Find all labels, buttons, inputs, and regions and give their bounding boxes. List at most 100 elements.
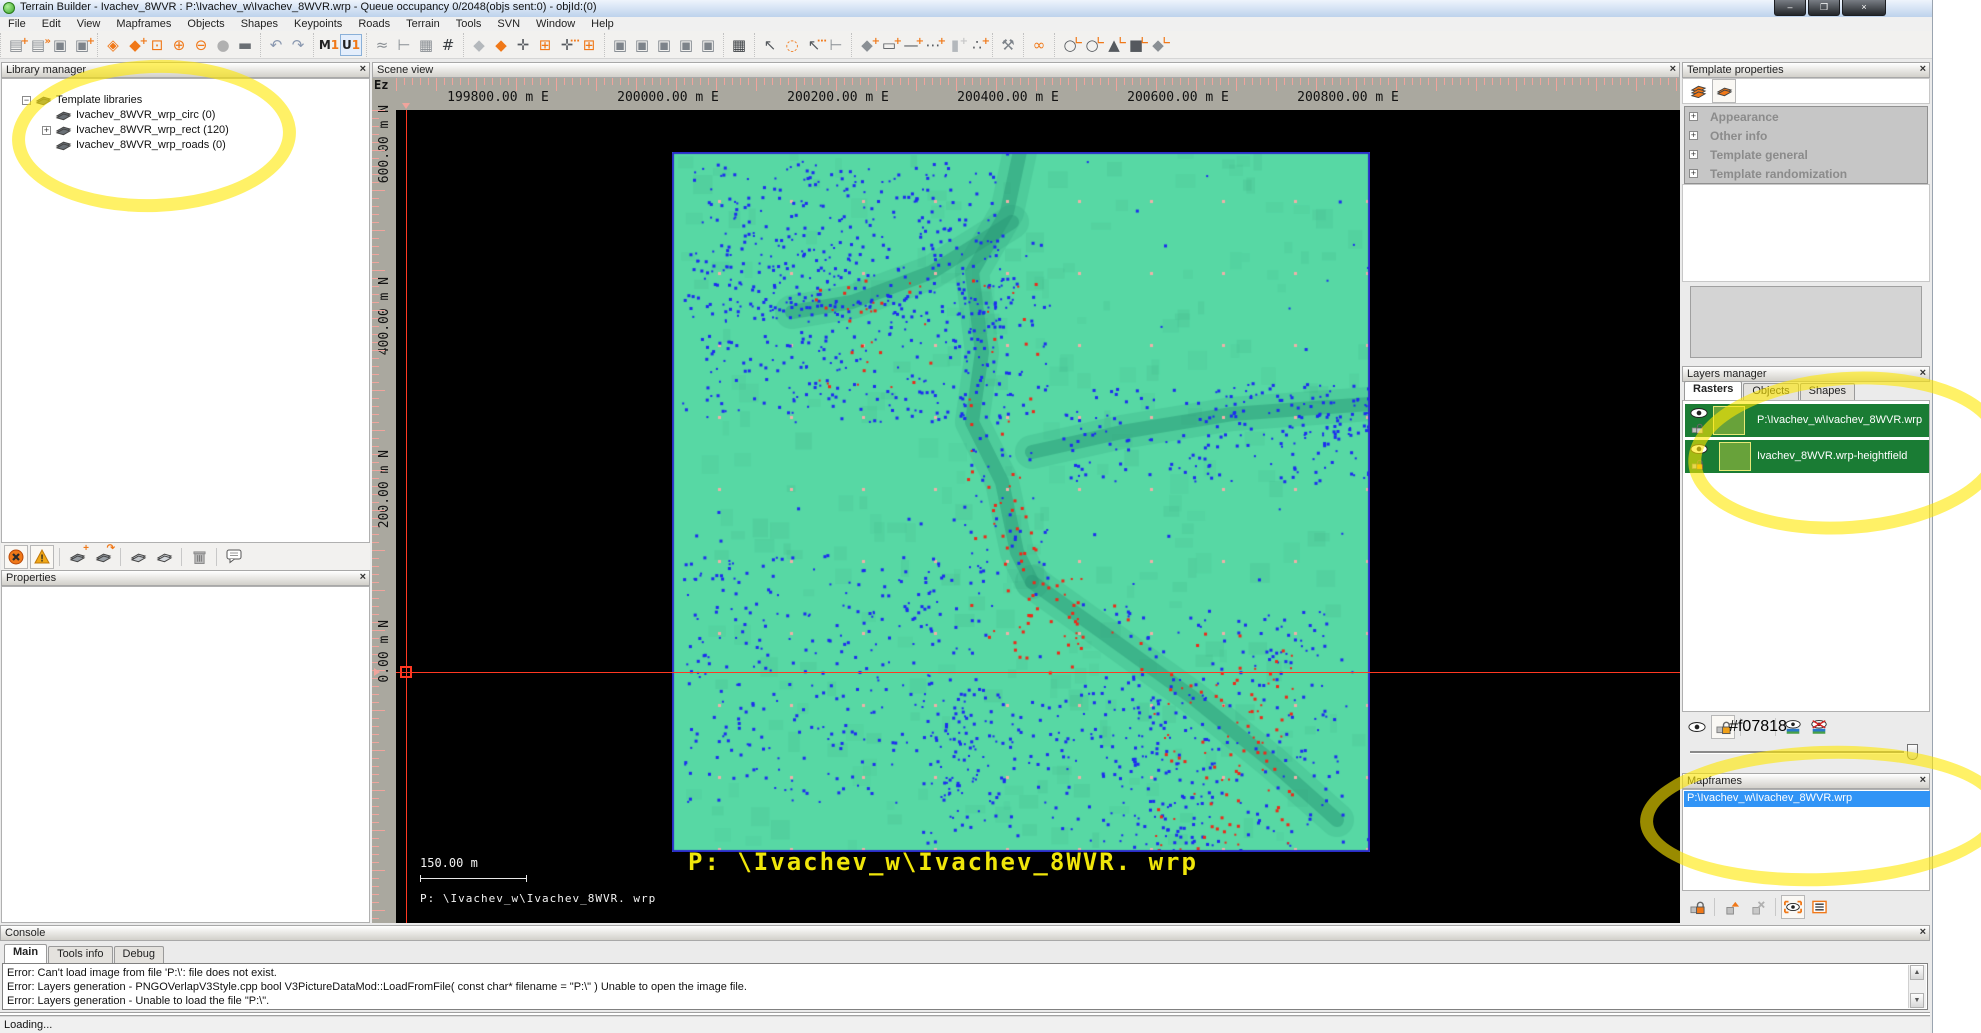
grid-icon[interactable]: # — [437, 34, 459, 56]
add-disabled-icon[interactable]: ▮+ — [944, 34, 966, 56]
console-scrollbar[interactable]: ▲ ▼ — [1908, 965, 1926, 1008]
template-section-template-randomization[interactable]: +Template randomization — [1685, 164, 1927, 183]
center-selection-icon[interactable]: ◈ — [102, 34, 124, 56]
add-multi-icon[interactable]: ∴+ — [966, 34, 988, 56]
layer-row[interactable]: Ivachev_8WVR.wrp-heightfield — [1685, 440, 1929, 473]
survey-grid-icon[interactable]: ✛⋯ — [556, 34, 578, 56]
mapframe-m1-icon[interactable]: M1 — [318, 34, 340, 56]
frame-properties-icon[interactable]: ▦ — [728, 34, 750, 56]
console-tab-debug[interactable]: Debug — [114, 946, 164, 963]
console-tab-tools-info[interactable]: Tools info — [48, 946, 112, 963]
tree-expander-icon[interactable]: + — [42, 126, 51, 135]
menu-help[interactable]: Help — [583, 18, 622, 30]
minimize-button[interactable]: – — [1774, 0, 1806, 16]
tab-shapes[interactable]: Shapes — [1800, 383, 1855, 400]
scroll-down-icon[interactable]: ▼ — [1910, 993, 1924, 1008]
layer-eye-icon[interactable] — [1690, 443, 1708, 455]
undo-icon[interactable]: ↶ — [265, 34, 287, 56]
menu-objects[interactable]: Objects — [179, 18, 232, 30]
mapframes-close-icon[interactable]: × — [1920, 774, 1926, 786]
template-library-books-icon[interactable] — [1686, 79, 1710, 103]
menu-shapes[interactable]: Shapes — [233, 18, 286, 30]
menu-terrain[interactable]: Terrain — [398, 18, 448, 30]
add-rect-icon[interactable]: ▭+ — [878, 34, 900, 56]
layer-lock-icon[interactable] — [1692, 458, 1704, 471]
menu-mapframes[interactable]: Mapframes — [108, 18, 179, 30]
properties-close-icon[interactable]: × — [360, 571, 366, 583]
menu-roads[interactable]: Roads — [350, 18, 398, 30]
menu-view[interactable]: View — [69, 18, 109, 30]
title-bar[interactable]: Terrain Builder - Ivachev_8WVR : P:\Ivac… — [0, 0, 1932, 18]
new-project-icon[interactable]: ▤+ — [5, 34, 27, 56]
console-close-icon[interactable]: × — [1920, 926, 1926, 938]
menu-keypoints[interactable]: Keypoints — [286, 18, 350, 30]
layers-manager-close-icon[interactable]: × — [1920, 367, 1926, 379]
library-tree-item[interactable]: Ivachev_8WVR_wrp_roads (0) — [42, 138, 226, 152]
mapframe-delete-icon[interactable] — [1746, 895, 1770, 919]
console-tab-main[interactable]: Main — [4, 944, 47, 963]
new-library-icon[interactable]: + — [65, 545, 89, 569]
frame-lock-icon[interactable]: ▣ — [631, 34, 653, 56]
zoom-sample-icon[interactable]: ○∟ — [1059, 34, 1081, 56]
measure-icon[interactable]: ⊢ — [825, 34, 847, 56]
section-expander-icon[interactable]: + — [1689, 131, 1698, 140]
hide-all-layers-icon[interactable] — [1807, 715, 1831, 739]
frame-import-icon[interactable]: ▣ — [697, 34, 719, 56]
template-section-template-general[interactable]: +Template general — [1685, 145, 1927, 164]
template-single-book-icon[interactable] — [1712, 79, 1736, 103]
section-expander-icon[interactable]: + — [1689, 112, 1698, 121]
template-properties-close-icon[interactable]: × — [1920, 63, 1926, 75]
attach-icon[interactable]: ∞ — [1028, 34, 1050, 56]
layer-move-icon[interactable]: #f07818 — [1746, 715, 1770, 739]
ortho-grid-icon[interactable]: ⊞ — [534, 34, 556, 56]
comment-blob-icon[interactable]: ● — [212, 34, 234, 56]
import-library-icon[interactable]: ↷ — [91, 545, 115, 569]
add-line-icon[interactable]: —+ — [900, 34, 922, 56]
survey-point-icon[interactable]: ✛ — [512, 34, 534, 56]
pan-hand-icon[interactable]: ↖⋯ — [803, 34, 825, 56]
section-expander-icon[interactable]: + — [1689, 169, 1698, 178]
rect-sample-icon[interactable]: ■∟ — [1125, 34, 1147, 56]
cube-orange-icon[interactable]: ◆ — [490, 34, 512, 56]
mapframe-properties-icon[interactable] — [1807, 895, 1831, 919]
layer-lock-icon[interactable] — [1692, 422, 1704, 435]
save-as-icon[interactable]: ▣+ — [71, 34, 93, 56]
lasso-icon[interactable]: ◌ — [781, 34, 803, 56]
menu-window[interactable]: Window — [528, 18, 583, 30]
cube-sample-icon[interactable]: ◆∟ — [1147, 34, 1169, 56]
library-comment-icon[interactable] — [222, 545, 246, 569]
save-icon[interactable]: ▣ — [49, 34, 71, 56]
library-manager-close-icon[interactable]: × — [360, 63, 366, 75]
zoom-sample2-icon[interactable]: ○∟ — [1081, 34, 1103, 56]
ruler-grid-icon[interactable]: ▦ — [415, 34, 437, 56]
movie-icon[interactable]: ▬ — [234, 34, 256, 56]
section-expander-icon[interactable]: + — [1689, 150, 1698, 159]
layer-row[interactable]: P:\Ivachev_w\Ivachev_8WVR.wrp — [1685, 404, 1929, 437]
paint-heights-icon[interactable]: ≈ — [371, 34, 393, 56]
rebuild-terrain-icon[interactable]: ⚒ — [997, 34, 1019, 56]
redo-icon[interactable]: ↷ — [287, 34, 309, 56]
library-tree-item[interactable]: −Template libraries — [22, 93, 142, 107]
scroll-up-icon[interactable]: ▲ — [1910, 965, 1924, 980]
menu-tools[interactable]: Tools — [448, 18, 490, 30]
mapframe-item[interactable]: P:\Ivachev_w\Ivachev_8WVR.wrp — [1684, 791, 1930, 807]
cube-gray-icon[interactable]: ◆ — [468, 34, 490, 56]
warnings-icon[interactable]: ! — [30, 545, 54, 569]
unload-library-icon[interactable] — [152, 545, 176, 569]
mapframe-u1-icon[interactable]: U1 — [340, 34, 362, 56]
zoom-out-icon[interactable]: ⊖ — [190, 34, 212, 56]
mapframe-visibility-icon[interactable] — [1781, 895, 1805, 919]
show-all-layers-icon[interactable] — [1781, 715, 1805, 739]
terrain-sample-icon[interactable]: ▲∟ — [1103, 34, 1125, 56]
tab-objects[interactable]: Objects — [1743, 383, 1798, 400]
delete-library-icon[interactable] — [187, 545, 211, 569]
library-tree-item[interactable]: Ivachev_8WVR_wrp_circ (0) — [42, 108, 215, 122]
remove-errors-icon[interactable] — [4, 545, 28, 569]
template-section-other-info[interactable]: +Other info — [1685, 126, 1927, 145]
terrain-map-canvas[interactable] — [672, 152, 1370, 852]
frame-unlock-icon[interactable]: ▣ — [653, 34, 675, 56]
layer-opacity-slider[interactable] — [1690, 744, 1918, 760]
layer-visibility-icon[interactable] — [1685, 715, 1709, 739]
template-section-appearance[interactable]: +Appearance — [1685, 107, 1927, 126]
slider-handle[interactable] — [1907, 744, 1918, 760]
